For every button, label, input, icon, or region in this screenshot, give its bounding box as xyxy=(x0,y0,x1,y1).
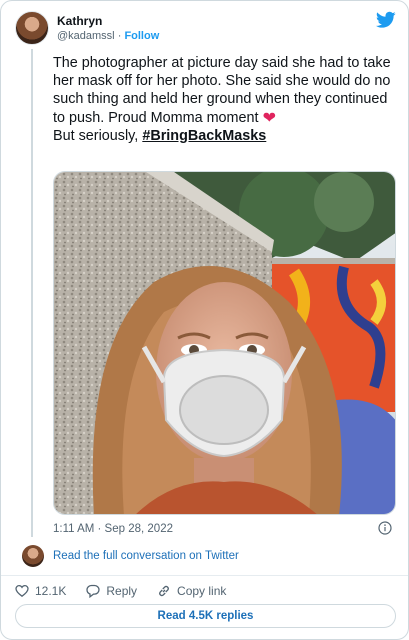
tweet-body-line2: But seriously, xyxy=(53,127,139,144)
tweet-photo[interactable] xyxy=(53,171,396,515)
embedded-tweet-card: Kathryn @kadamssl · Follow The photograp… xyxy=(0,0,409,640)
conversation-avatar xyxy=(22,545,44,567)
author-avatar[interactable] xyxy=(15,11,49,45)
meta-separator: · xyxy=(117,30,122,42)
author-name[interactable]: Kathryn xyxy=(57,14,102,28)
reply-button[interactable]: Reply xyxy=(86,584,137,598)
tweet-text: The photographer at picture day said she… xyxy=(53,54,398,145)
copy-link-button[interactable]: Copy link xyxy=(157,584,226,598)
follow-button[interactable]: Follow xyxy=(124,30,159,42)
info-icon[interactable] xyxy=(378,521,392,535)
like-count: 12.1K xyxy=(35,584,67,598)
author-meta: @kadamssl · Follow xyxy=(57,30,159,42)
divider xyxy=(1,575,408,576)
twitter-bird-icon[interactable] xyxy=(376,11,396,29)
thread-line xyxy=(31,49,33,537)
read-replies-button[interactable]: Read 4.5K replies xyxy=(15,604,396,628)
copy-link-icon xyxy=(159,585,169,597)
reply-icon xyxy=(86,584,101,598)
like-button[interactable]: 12.1K xyxy=(15,584,66,598)
reply-label: Reply xyxy=(106,584,138,598)
copy-link-label: Copy link xyxy=(177,584,227,598)
tweet-actions: 12.1K Reply Copy link xyxy=(15,582,246,600)
tweet-timestamp[interactable]: 1:11 AM · Sep 28, 2022 xyxy=(53,523,173,535)
photo-illustration xyxy=(54,172,395,514)
heart-emoji-icon: ❤ xyxy=(262,109,276,127)
tweet-body: The photographer at picture day said she… xyxy=(53,55,391,126)
hashtag-link[interactable]: #BringBackMasks xyxy=(142,128,266,144)
read-conversation-link[interactable]: Read the full conversation on Twitter xyxy=(53,550,239,562)
like-icon xyxy=(15,584,29,597)
author-handle[interactable]: @kadamssl xyxy=(57,30,115,42)
